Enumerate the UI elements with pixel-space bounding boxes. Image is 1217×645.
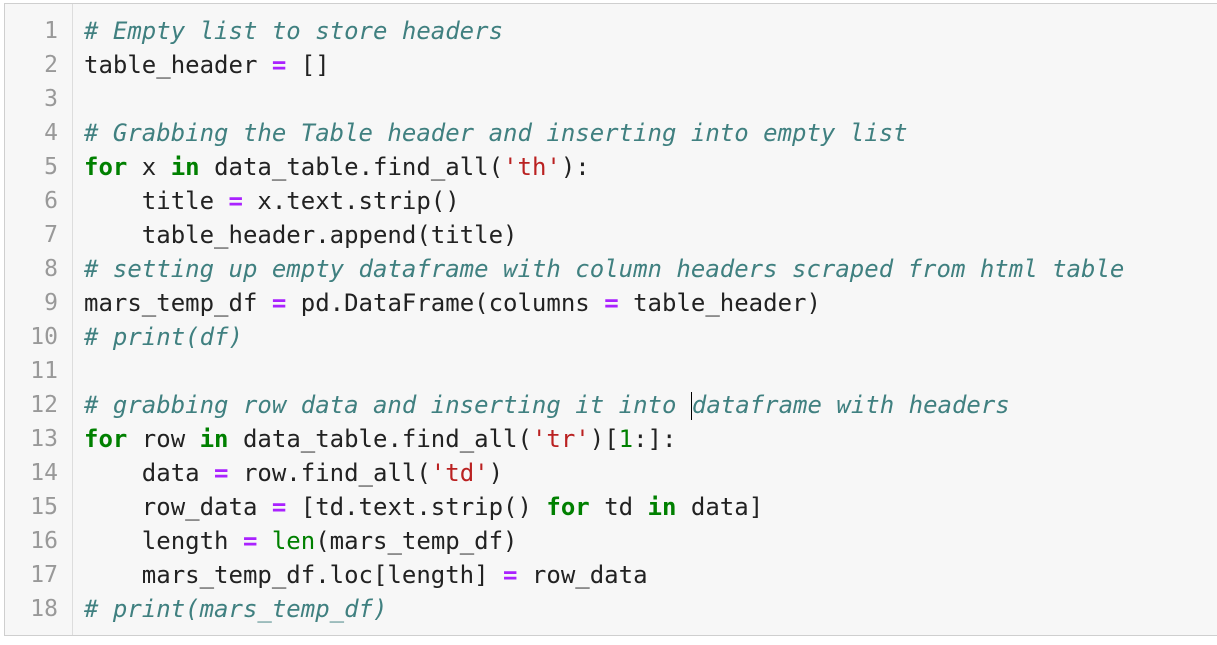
code-token: row_data: [84, 493, 272, 521]
line-number: 13: [30, 426, 58, 452]
code-line[interactable]: # print(df): [84, 320, 243, 354]
operator-token: =: [271, 51, 287, 79]
code-line[interactable]: row_data = [td.text.strip() for td in da…: [84, 490, 763, 524]
code-line[interactable]: mars_temp_df = pd.DataFrame(columns = ta…: [84, 286, 821, 320]
line-number: 14: [30, 460, 58, 486]
code-token: row.find_all(: [228, 459, 431, 487]
comment-token: # Grabbing the Table header and insertin…: [84, 119, 908, 147]
code-line[interactable]: mars_temp_df.loc[length] = row_data: [84, 558, 648, 592]
code-line[interactable]: data = row.find_all('td'): [84, 456, 503, 490]
code-token: (mars_temp_df): [315, 527, 518, 555]
keyword-token: for: [84, 153, 128, 181]
line-number: 18: [30, 596, 58, 622]
code-token: :]:: [633, 425, 677, 453]
comment-token: # setting up empty dataframe with column…: [84, 255, 1125, 283]
operator-token: =: [503, 561, 518, 589]
code-line[interactable]: # Empty list to store headers: [84, 14, 503, 48]
code-token: []: [286, 51, 330, 79]
line-number: 7: [44, 222, 58, 248]
code-line[interactable]: for x in data_table.find_all('th'):: [84, 150, 590, 184]
code-token: table_header.append(title): [84, 221, 518, 249]
operator-token: =: [271, 493, 287, 521]
keyword-token: in: [647, 493, 677, 521]
line-number: 4: [44, 120, 58, 146]
string-token: 'tr': [531, 425, 590, 453]
keyword-token: in: [170, 153, 200, 181]
number-token: 1: [618, 425, 634, 453]
code-token: td: [589, 493, 648, 521]
code-line[interactable]: # print(mars_temp_df): [84, 592, 387, 626]
line-number: 1: [44, 18, 58, 44]
code-token: ): [488, 459, 504, 487]
code-token: x.text.strip(): [242, 187, 460, 215]
comment-token: # Empty list to store headers: [84, 17, 504, 45]
line-number: 5: [44, 154, 58, 180]
operator-token: =: [214, 459, 229, 487]
keyword-token: for: [546, 493, 590, 521]
operator-token: =: [242, 527, 258, 555]
code-token: row: [127, 425, 200, 453]
code-area[interactable]: # Empty list to store headers table_heade…: [84, 4, 1217, 635]
line-number: 8: [44, 256, 58, 282]
code-token: pd.DataFrame(columns: [286, 289, 605, 317]
string-token: 'th': [503, 153, 561, 181]
line-number: 16: [30, 528, 58, 554]
comment-token: dataframe with headers: [691, 391, 1010, 419]
code-token: [td.text.strip(): [286, 493, 547, 521]
keyword-token: in: [199, 425, 229, 453]
code-line[interactable]: table_header.append(title): [84, 218, 518, 252]
code-line[interactable]: length = len(mars_temp_df): [84, 524, 518, 558]
code-line[interactable]: title = x.text.strip(): [84, 184, 460, 218]
builtin-token: len: [271, 527, 316, 555]
line-number-gutter: 1 2 3 4 5 6 7 8 9 10 11 12 13 14 15 16 17 18: [5, 4, 73, 635]
line-number: 9: [44, 290, 58, 316]
string-token: 'td': [430, 459, 489, 487]
operator-token: =: [228, 187, 243, 215]
operator-token: =: [271, 289, 287, 317]
code-token: data]: [676, 493, 764, 521]
keyword-token: for: [84, 425, 128, 453]
code-token: data_table.find_all(: [228, 425, 532, 453]
comment-token: # grabbing row data and inserting it int…: [84, 391, 691, 419]
line-number: 3: [44, 86, 58, 112]
code-token: table_header: [84, 51, 272, 79]
comment-token: # print(df): [84, 323, 243, 351]
line-number: 6: [44, 188, 58, 214]
code-token: row_data: [517, 561, 648, 589]
code-line[interactable]: for row in data_table.find_all('tr')[1:]…: [84, 422, 676, 456]
code-token: title: [84, 187, 229, 215]
line-number: 10: [30, 324, 58, 350]
code-token: length: [84, 527, 243, 555]
code-token: x: [127, 153, 171, 181]
code-line[interactable]: # setting up empty dataframe with column…: [84, 252, 1124, 286]
operator-token: =: [604, 289, 619, 317]
code-token: )[: [589, 425, 619, 453]
line-number: 2: [44, 52, 58, 78]
line-number: 15: [30, 494, 58, 520]
code-line[interactable]: # grabbing row data and inserting it int…: [84, 388, 1010, 422]
code-line[interactable]: table_header = []: [84, 48, 330, 82]
comment-token: # print(mars_temp_df): [84, 595, 388, 623]
line-number: 17: [30, 562, 58, 588]
code-line[interactable]: # Grabbing the Table header and insertin…: [84, 116, 908, 150]
code-token: data: [84, 459, 215, 487]
line-number: 11: [30, 358, 58, 384]
code-cell[interactable]: 1 2 3 4 5 6 7 8 9 10 11 12 13 14 15 16 17 18 # Empty list…: [4, 3, 1217, 636]
code-token: mars_temp_df: [84, 289, 272, 317]
code-token: table_header): [618, 289, 821, 317]
code-token: data_table.find_all(: [199, 153, 504, 181]
code-token: mars_temp_df.loc[length]: [84, 561, 504, 589]
code-token: ):: [560, 153, 590, 181]
line-number: 12: [30, 392, 58, 418]
